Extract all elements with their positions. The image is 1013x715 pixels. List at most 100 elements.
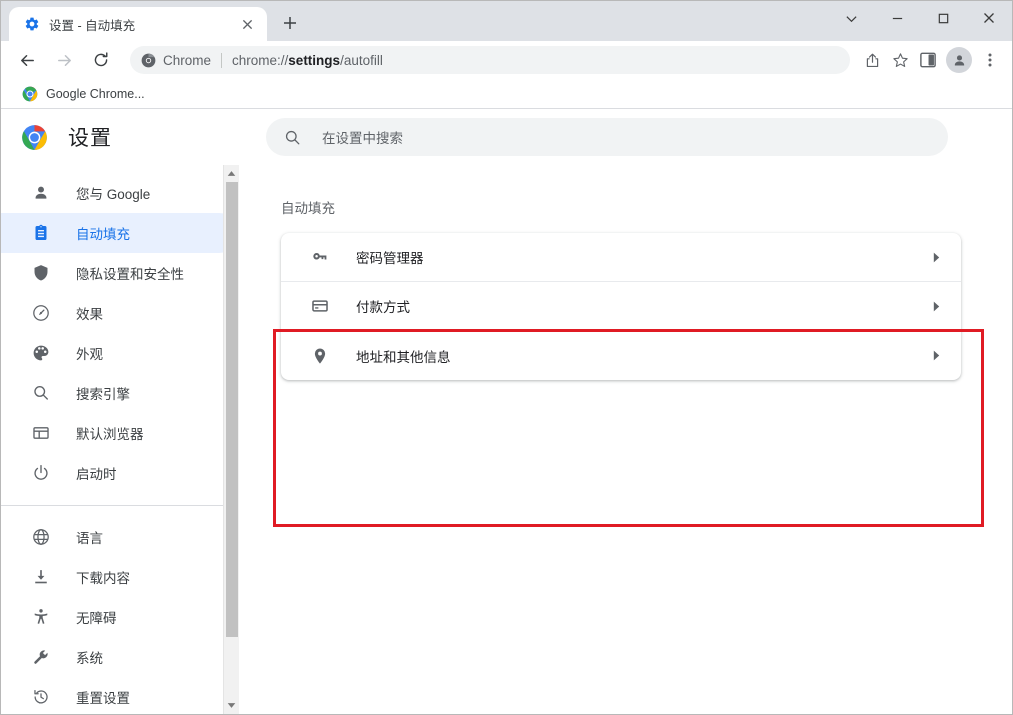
tab-strip: 设置 - 自动填充 — [1, 1, 1012, 41]
settings-header: 设置 在设置中搜索 — [1, 109, 1012, 165]
toolbar-actions — [858, 46, 1004, 74]
accessibility-icon — [31, 607, 51, 627]
credit-card-icon — [310, 296, 330, 316]
palette-icon — [31, 343, 51, 363]
search-placeholder: 在设置中搜索 — [322, 131, 403, 146]
sidebar-item-autofill[interactable]: 自动填充 — [1, 213, 239, 253]
row-label: 地址和其他信息 — [356, 349, 451, 365]
sidebar-item-privacy-and-security[interactable]: 隐私设置和安全性 — [1, 253, 239, 293]
scroll-up-arrow-icon[interactable] — [224, 165, 240, 182]
settings-gear-icon — [23, 16, 40, 33]
page-title: 设置 — [68, 127, 112, 150]
shield-icon — [31, 263, 51, 283]
browser-window: 设置 - 自动填充 Chrome chrome://settings/autof… — [0, 0, 1013, 715]
chevron-right-icon — [932, 252, 941, 263]
browser-toolbar: Chrome chrome://settings/autofill — [1, 41, 1012, 79]
address-bar[interactable]: Chrome chrome://settings/autofill — [130, 46, 850, 74]
back-arrow-icon[interactable] — [13, 46, 41, 74]
location-pin-icon — [310, 346, 330, 366]
bookmark-label: Google Chrome... — [46, 86, 145, 101]
sidebar-divider — [1, 505, 239, 506]
chrome-logo-icon — [21, 124, 48, 151]
bookmarks-bar: Google Chrome... — [1, 79, 1012, 109]
sidebar-item-accessibility[interactable]: 无障碍 — [1, 597, 239, 637]
sidebar-item-label: 语言 — [76, 531, 103, 546]
sidebar-item-reset-settings[interactable]: 重置设置 — [1, 677, 239, 714]
new-tab-button[interactable] — [276, 9, 304, 37]
download-icon — [31, 567, 51, 587]
maximize-button[interactable] — [920, 1, 966, 35]
sidebar-item-label: 无障碍 — [76, 611, 117, 626]
sidebar-item-label: 搜索引擎 — [76, 387, 130, 402]
row-payment-methods[interactable]: 付款方式 — [281, 282, 961, 331]
close-window-button[interactable] — [966, 1, 1012, 35]
scroll-down-arrow-icon[interactable] — [224, 697, 240, 714]
section-title: 自动填充 — [281, 201, 335, 216]
three-dot-menu-icon[interactable] — [976, 46, 1004, 74]
key-icon — [310, 247, 330, 267]
profile-avatar[interactable] — [946, 47, 972, 73]
url-prefix: chrome:// — [232, 52, 289, 68]
side-panel-icon[interactable] — [914, 46, 942, 74]
search-input[interactable]: 在设置中搜索 — [266, 118, 948, 156]
sidebar-item-label: 外观 — [76, 347, 103, 362]
tab-search-button[interactable] — [828, 1, 874, 35]
sidebar-item-default-browser[interactable]: 默认浏览器 — [1, 413, 239, 453]
sidebar-item-label: 系统 — [76, 651, 103, 666]
restore-icon — [31, 687, 51, 707]
sidebar-item-languages[interactable]: 语言 — [1, 517, 239, 557]
settings-brand: 设置 — [21, 122, 266, 152]
minimize-button[interactable] — [874, 1, 920, 35]
omnibox-chip-label: Chrome — [163, 52, 212, 68]
sidebar-scrollbar[interactable] — [223, 165, 239, 714]
star-icon[interactable] — [886, 46, 914, 74]
row-label: 密码管理器 — [356, 251, 424, 266]
power-icon — [31, 463, 51, 483]
sidebar-item-appearance[interactable]: 外观 — [1, 333, 239, 373]
sidebar-item-label: 默认浏览器 — [76, 427, 144, 442]
scrollbar-thumb[interactable] — [225, 182, 238, 637]
sidebar-item-downloads[interactable]: 下载内容 — [1, 557, 239, 597]
row-password-manager[interactable]: 密码管理器 — [281, 233, 961, 282]
chrome-logo-icon — [22, 86, 38, 102]
close-icon[interactable] — [237, 14, 257, 34]
bookmark-item[interactable]: Google Chrome... — [15, 83, 152, 105]
person-icon — [31, 183, 51, 203]
settings-sidebar: 您与 Google 自动填充 隐私设置和安全性 效果 外观 搜索引擎 默认浏览器… — [1, 165, 239, 714]
scrollbar-track[interactable] — [224, 182, 240, 697]
sidebar-item-system[interactable]: 系统 — [1, 637, 239, 677]
chrome-logo-icon — [141, 53, 156, 68]
speedometer-icon — [31, 303, 51, 323]
reload-icon[interactable] — [87, 46, 115, 74]
sidebar-item-label: 效果 — [76, 307, 103, 322]
sidebar-item-label: 自动填充 — [76, 227, 130, 242]
sidebar-item-search-engine[interactable]: 搜索引擎 — [1, 373, 239, 413]
window-controls — [828, 1, 1012, 35]
wrench-icon — [31, 647, 51, 667]
sidebar-item-label: 您与 Google — [76, 187, 151, 202]
sidebar-item-performance[interactable]: 效果 — [1, 293, 239, 333]
browser-tab[interactable]: 设置 - 自动填充 — [9, 7, 267, 41]
settings-main: 自动填充 密码管理器 付款方式 地址和其他信息 — [239, 165, 1012, 714]
sidebar-item-label: 隐私设置和安全性 — [76, 267, 184, 282]
sidebar-item-label: 启动时 — [76, 467, 117, 482]
autofill-card: 密码管理器 付款方式 地址和其他信息 — [281, 233, 961, 380]
chevron-right-icon — [932, 301, 941, 312]
chevron-right-icon — [932, 350, 941, 361]
forward-arrow-icon[interactable] — [50, 46, 78, 74]
clipboard-icon — [31, 223, 51, 243]
share-icon[interactable] — [858, 46, 886, 74]
tab-title: 设置 - 自动填充 — [49, 18, 136, 33]
sidebar-item-on-startup[interactable]: 启动时 — [1, 453, 239, 493]
row-label: 付款方式 — [356, 300, 410, 315]
omnibox-divider — [221, 52, 223, 68]
search-icon — [31, 383, 51, 403]
browser-window-icon — [31, 423, 51, 443]
settings-page: 设置 在设置中搜索 您与 Google 自动填充 隐私设置和安全性 效果 外观 … — [1, 109, 1012, 714]
sidebar-item-you-and-google[interactable]: 您与 Google — [1, 173, 239, 213]
globe-icon — [31, 527, 51, 547]
sidebar-item-label: 重置设置 — [76, 691, 130, 706]
omnibox-url: chrome://settings/autofill — [232, 53, 383, 68]
url-path: /autofill — [340, 52, 383, 68]
row-addresses-and-more[interactable]: 地址和其他信息 — [281, 331, 961, 380]
